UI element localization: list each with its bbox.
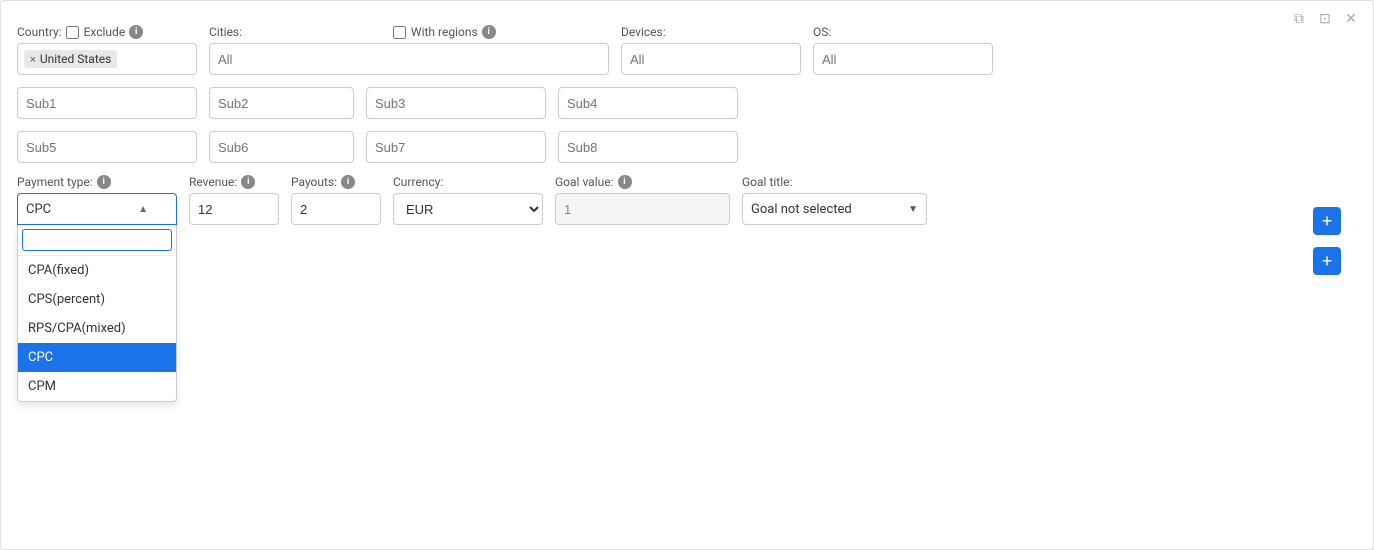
with-regions-checkbox[interactable] (393, 26, 406, 39)
cities-info-icon[interactable]: i (482, 25, 496, 39)
row-sub1-4 (17, 87, 1357, 119)
goal-title-field: Goal title: Goal not selected ▼ (742, 175, 927, 225)
sub8-input[interactable] (558, 131, 738, 163)
clipboard-icon[interactable]: ⊡ (1315, 9, 1335, 29)
os-field: OS: (813, 25, 993, 75)
goal-value-info-icon[interactable]: i (618, 175, 632, 189)
currency-field: Currency: EUR USD GBP (393, 175, 543, 225)
row-1: Country: Exclude i × United States Citie… (17, 25, 1357, 75)
goal-title-arrow: ▼ (908, 204, 918, 215)
devices-input[interactable] (621, 43, 801, 75)
sub2-input[interactable] (209, 87, 354, 119)
country-tag-input[interactable]: × United States (17, 43, 197, 75)
devices-field: Devices: (621, 25, 801, 75)
revenue-info-icon[interactable]: i (241, 175, 255, 189)
with-regions-label[interactable]: With regions (393, 25, 478, 39)
goal-value-input[interactable] (555, 193, 730, 225)
revenue-field: Revenue: i (189, 175, 279, 225)
sub5-input[interactable] (17, 131, 197, 163)
row-payment: Payment type: i CPC ▲ CPA(fixed) CPS(per… (17, 175, 1357, 225)
payment-type-select-wrapper: CPC ▲ CPA(fixed) CPS(percent) RPS/CPA(mi… (17, 193, 177, 225)
row-sub5-8 (17, 131, 1357, 163)
dropdown-item-cpa-fixed[interactable]: CPA(fixed) (18, 256, 176, 285)
country-tag-close[interactable]: × (30, 53, 36, 66)
cities-input[interactable] (209, 43, 609, 75)
revenue-input[interactable] (189, 193, 279, 225)
exclude-checkbox-label[interactable]: Exclude (66, 25, 126, 39)
dropdown-item-cps-percent[interactable]: CPS(percent) (18, 285, 176, 314)
currency-select[interactable]: EUR USD GBP (393, 193, 543, 225)
payment-info-icon[interactable]: i (97, 175, 111, 189)
cities-field: Cities: With regions i (209, 25, 609, 75)
country-field: Country: Exclude i × United States (17, 25, 197, 75)
exclude-checkbox[interactable] (66, 26, 79, 39)
currency-label: Currency: (393, 175, 543, 189)
plus-button-2[interactable]: + (1313, 247, 1341, 275)
payouts-field: Payouts: i (291, 175, 381, 225)
cities-label-row: Cities: With regions i (209, 25, 609, 39)
payment-type-arrow: ▲ (138, 204, 148, 215)
payment-row-wrapper: Payment type: i CPC ▲ CPA(fixed) CPS(per… (17, 175, 1357, 225)
payouts-info-icon[interactable]: i (341, 175, 355, 189)
sub7-input[interactable] (366, 131, 546, 163)
revenue-label: Revenue: i (189, 175, 279, 189)
goal-value-label: Goal value: i (555, 175, 730, 189)
payment-type-select[interactable]: CPC ▲ (17, 193, 177, 225)
dropdown-search-input[interactable] (22, 229, 172, 251)
country-label: Country: Exclude i (17, 25, 197, 39)
main-container: ⧉ ⊡ ✕ Country: Exclude i × United States (0, 0, 1374, 550)
goal-value-field: Goal value: i (555, 175, 730, 225)
country-info-icon[interactable]: i (129, 25, 143, 39)
sub4-input[interactable] (558, 87, 738, 119)
country-tag: × United States (24, 50, 117, 68)
payment-type-dropdown: CPA(fixed) CPS(percent) RPS/CPA(mixed) C… (17, 225, 177, 402)
payment-type-field: Payment type: i CPC ▲ CPA(fixed) CPS(per… (17, 175, 177, 225)
goal-title-label: Goal title: (742, 175, 927, 189)
copy-icon[interactable]: ⧉ (1289, 9, 1309, 29)
per-row-wrapper: Per + (17, 241, 1357, 281)
dropdown-search-container (18, 225, 176, 256)
goal-title-select[interactable]: Goal not selected ▼ (742, 193, 927, 225)
os-label: OS: (813, 25, 993, 39)
sub3-input[interactable] (366, 87, 546, 119)
plus-button-1[interactable]: + (1313, 207, 1341, 235)
payment-type-label: Payment type: i (17, 175, 177, 189)
devices-label: Devices: (621, 25, 801, 39)
close-icon[interactable]: ✕ (1341, 9, 1361, 29)
os-input[interactable] (813, 43, 993, 75)
payouts-label: Payouts: i (291, 175, 381, 189)
sub6-input[interactable] (209, 131, 354, 163)
top-icons: ⧉ ⊡ ✕ (1289, 9, 1361, 29)
dropdown-item-cpc[interactable]: CPC (18, 343, 176, 372)
dropdown-item-rps-cpa[interactable]: RPS/CPA(mixed) (18, 314, 176, 343)
dropdown-item-cpm[interactable]: CPM (18, 372, 176, 401)
sub1-input[interactable] (17, 87, 197, 119)
payouts-input[interactable] (291, 193, 381, 225)
